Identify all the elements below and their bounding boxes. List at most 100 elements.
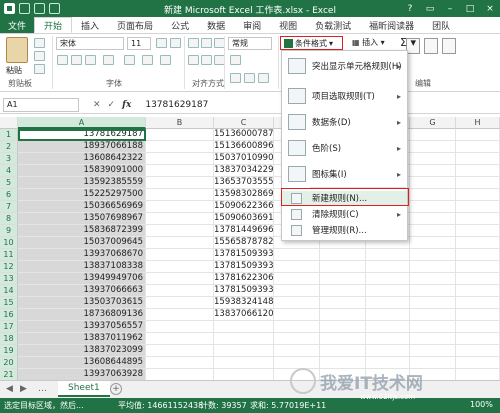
cell-d[interactable] xyxy=(274,321,320,333)
cell-g[interactable] xyxy=(410,285,456,297)
paste-icon[interactable] xyxy=(6,37,28,63)
cell-b[interactable] xyxy=(146,249,214,261)
tab-insert[interactable]: 插入 xyxy=(72,17,108,33)
cell-d[interactable] xyxy=(274,261,320,273)
cell-d[interactable] xyxy=(274,273,320,285)
cell-g[interactable] xyxy=(410,153,456,165)
tab-home[interactable]: 开始 xyxy=(34,17,73,33)
cell-a[interactable]: 18736809136 xyxy=(18,309,146,321)
cell-f[interactable] xyxy=(366,273,410,285)
cell-a[interactable]: 13837011962 xyxy=(18,333,146,345)
add-sheet-icon[interactable]: + xyxy=(110,383,122,395)
cell-a[interactable]: 15225297500 xyxy=(18,189,146,201)
cell-b[interactable] xyxy=(146,321,214,333)
row-header[interactable]: 3 xyxy=(0,153,18,165)
ribbon-display-icon[interactable]: ▭ xyxy=(420,0,440,17)
row-header[interactable]: 19 xyxy=(0,345,18,357)
menu-item-color-scales[interactable]: 色阶(S) ▸ xyxy=(282,137,407,159)
zoom-level[interactable]: 100% xyxy=(470,400,493,409)
paste-label[interactable]: 粘贴 xyxy=(6,65,22,76)
cell-b[interactable] xyxy=(146,189,214,201)
column-header-h[interactable]: H xyxy=(456,117,500,129)
cell-a[interactable]: 18937066188 xyxy=(18,141,146,153)
column-header-g[interactable]: G xyxy=(410,117,456,129)
cell-h[interactable] xyxy=(456,261,500,273)
cell-g[interactable] xyxy=(410,165,456,177)
sheet-prev-icon[interactable]: ◀ xyxy=(6,384,13,394)
cell-h[interactable] xyxy=(456,273,500,285)
insert-cells-button[interactable]: ▦ 插入 ▾ xyxy=(352,37,385,48)
cell-a[interactable]: 13937063928 xyxy=(18,369,146,380)
cut-icon[interactable] xyxy=(34,38,45,48)
sheet-next-icon[interactable]: ▶ xyxy=(20,384,27,394)
cell-g[interactable] xyxy=(410,273,456,285)
cell-a[interactable]: 15037009645 xyxy=(18,237,146,249)
italic-icon[interactable] xyxy=(71,55,82,65)
underline-icon[interactable] xyxy=(85,55,96,65)
cell-g[interactable] xyxy=(410,225,456,237)
save-icon[interactable] xyxy=(19,3,30,14)
sort-filter-icon[interactable] xyxy=(424,38,438,54)
cell-c[interactable]: 15090603691 xyxy=(214,213,274,225)
cell-b[interactable] xyxy=(146,297,214,309)
font-name-select[interactable]: 宋体 xyxy=(56,37,124,50)
cell-c[interactable] xyxy=(214,357,274,369)
tab-file[interactable]: 文件 xyxy=(0,17,35,33)
sheet-more-icon[interactable]: … xyxy=(38,384,47,394)
cell-e[interactable] xyxy=(320,273,366,285)
cell-g[interactable] xyxy=(410,201,456,213)
cell-e[interactable] xyxy=(320,345,366,357)
undo-icon[interactable] xyxy=(34,3,45,14)
cell-h[interactable] xyxy=(456,309,500,321)
cell-b[interactable] xyxy=(146,153,214,165)
menu-item-icon-sets[interactable]: 图标集(I) ▸ xyxy=(282,163,407,185)
cell-h[interactable] xyxy=(456,189,500,201)
select-all-corner[interactable] xyxy=(0,117,18,129)
row-header[interactable]: 11 xyxy=(0,249,18,261)
cell-h[interactable] xyxy=(456,237,500,249)
cell-g[interactable] xyxy=(410,309,456,321)
row-header[interactable]: 2 xyxy=(0,141,18,153)
cell-c[interactable]: 13781449696 xyxy=(214,225,274,237)
font-color-icon[interactable] xyxy=(142,55,153,65)
row-header[interactable]: 16 xyxy=(0,309,18,321)
close-icon[interactable]: × xyxy=(480,0,500,17)
cell-h[interactable] xyxy=(456,225,500,237)
cell-a[interactable]: 13937066663 xyxy=(18,285,146,297)
cell-g[interactable] xyxy=(410,249,456,261)
cell-d[interactable] xyxy=(274,297,320,309)
menu-item-data-bars[interactable]: 数据条(D) ▸ xyxy=(282,111,407,133)
row-header[interactable]: 7 xyxy=(0,201,18,213)
cell-b[interactable] xyxy=(146,309,214,321)
cell-d[interactable] xyxy=(274,333,320,345)
row-header[interactable]: 12 xyxy=(0,261,18,273)
cell-c[interactable]: 13781509393 xyxy=(214,249,274,261)
row-header[interactable]: 20 xyxy=(0,357,18,369)
tab-view[interactable]: 视图 xyxy=(270,17,306,33)
cell-c[interactable]: 13653703555 xyxy=(214,177,274,189)
align-middle-icon[interactable] xyxy=(201,38,212,48)
cell-a[interactable]: 13937068670 xyxy=(18,249,146,261)
cell-g[interactable] xyxy=(410,177,456,189)
borders-icon[interactable] xyxy=(103,55,114,65)
font-size-select[interactable]: 11 xyxy=(127,37,151,50)
cell-c[interactable]: 15090622366 xyxy=(214,201,274,213)
cell-d[interactable] xyxy=(274,285,320,297)
row-header[interactable]: 10 xyxy=(0,237,18,249)
tab-review[interactable]: 审阅 xyxy=(234,17,270,33)
column-header-a[interactable]: A xyxy=(18,117,146,129)
cell-g[interactable] xyxy=(410,261,456,273)
cell-g[interactable] xyxy=(410,297,456,309)
cancel-icon[interactable]: ✕ xyxy=(93,100,101,110)
row-header[interactable]: 1 xyxy=(0,129,18,141)
cell-e[interactable] xyxy=(320,333,366,345)
formula-input[interactable]: 13781629187 xyxy=(145,100,208,110)
enter-icon[interactable]: ✓ xyxy=(108,100,116,110)
worksheet-grid[interactable]: ABCDEFGH11378162918715136000787218937066… xyxy=(0,117,500,380)
cell-c[interactable]: 13837066120 xyxy=(214,309,274,321)
cell-h[interactable] xyxy=(456,213,500,225)
cell-b[interactable] xyxy=(146,369,214,380)
cell-e[interactable] xyxy=(320,297,366,309)
row-header[interactable]: 13 xyxy=(0,273,18,285)
autosum-icon[interactable]: Σ ▾ xyxy=(400,36,416,49)
